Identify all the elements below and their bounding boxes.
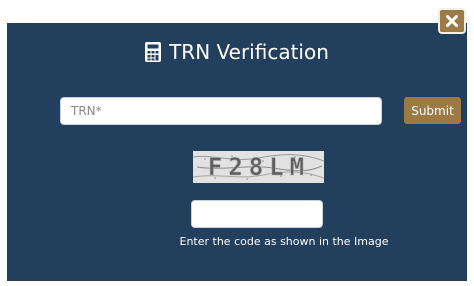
close-button[interactable] (438, 8, 466, 34)
captcha-image: F28LM (193, 151, 324, 183)
screen: TRN Verification Submit F28LM Enter the … (0, 0, 474, 286)
trn-input[interactable] (60, 97, 382, 125)
captcha-code-input[interactable] (191, 200, 323, 228)
captcha-text: F28LM (208, 153, 310, 181)
captcha-hint: Enter the code as shown in the Image (179, 235, 389, 248)
modal-title: TRN Verification (169, 40, 329, 64)
calculator-icon (145, 41, 162, 63)
submit-button[interactable]: Submit (404, 97, 461, 124)
modal-header: TRN Verification (0, 40, 474, 64)
close-icon (446, 15, 458, 27)
